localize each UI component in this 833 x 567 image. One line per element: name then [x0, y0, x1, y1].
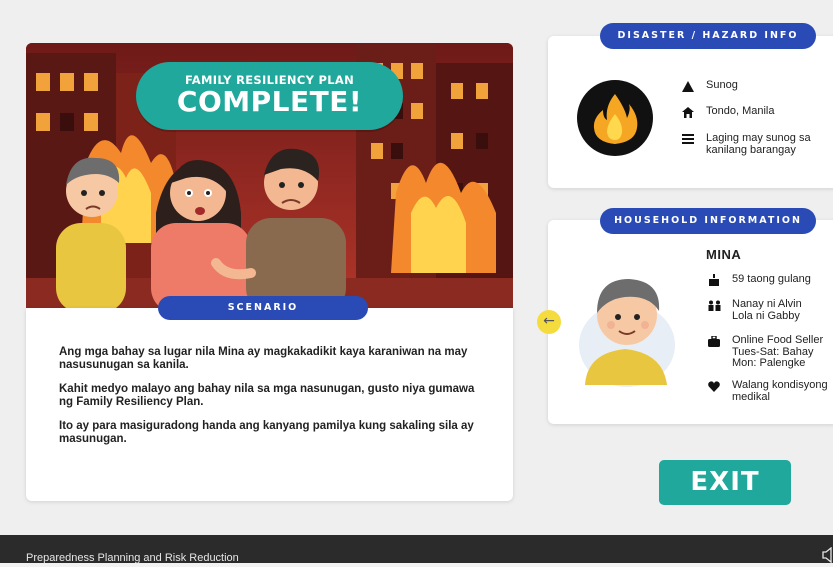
scenario-paragraph: Kahit medyo malayo ang bahay nila sa mga… — [59, 383, 475, 408]
household-relations: Nanay ni Alvin Lola ni Gabby — [732, 298, 802, 322]
hazard-type: Sunog — [706, 79, 738, 91]
hazard-item: Tondo, Manila — [680, 105, 830, 118]
household-age: 59 taong gulang — [732, 273, 811, 285]
speaker-icon[interactable] — [822, 546, 833, 567]
hazard-item: Laging may sunog sa kanilang barangay — [680, 132, 820, 156]
household-item: Online Food Seller Tues-Sat: Bahay Mon: … — [706, 334, 831, 370]
hazard-item: Sunog — [680, 79, 830, 92]
footer-title: Preparedness Planning and Risk Reduction — [26, 552, 239, 564]
household-occupation: Online Food Seller Tues-Sat: Bahay Mon: … — [732, 334, 824, 369]
household-item: Walang kondisyong medikal — [706, 379, 831, 403]
hazard-info-header: DISASTER / HAZARD INFO — [600, 23, 816, 49]
household-item: Nanay ni Alvin Lola ni Gabby — [706, 298, 806, 322]
cake-icon — [706, 274, 722, 286]
household-name: MINA — [706, 247, 742, 262]
back-arrow-button[interactable]: ← — [537, 310, 561, 334]
banner-headline: COMPLETE! — [176, 85, 363, 118]
household-medical: Walang kondisyong medikal — [732, 379, 828, 403]
briefcase-icon — [706, 335, 722, 347]
scenario-text: Ang mga bahay sa lugar nila Mina ay magk… — [59, 346, 491, 457]
avatar — [575, 265, 685, 394]
exit-button[interactable]: EXIT — [659, 460, 791, 505]
scenario-paragraph: Ang mga bahay sa lugar nila Mina ay magk… — [59, 346, 468, 371]
household-info-header: HOUSEHOLD INFORMATION — [600, 208, 816, 234]
scenario-label: SCENARIO — [158, 296, 368, 320]
complete-banner: FAMILY RESILIENCY PLAN COMPLETE! — [136, 62, 403, 130]
heart-icon — [706, 380, 722, 392]
household-item: 59 taong gulang — [706, 273, 831, 286]
fire-icon — [577, 80, 653, 160]
home-icon — [680, 106, 696, 118]
scenario-paragraph: Ito ay para masiguradong handa ang kanya… — [59, 420, 474, 445]
hazard-location: Tondo, Manila — [706, 105, 775, 117]
hazard-note: Laging may sunog sa kanilang barangay — [706, 132, 811, 156]
family-icon — [706, 299, 722, 311]
footer-bar: Preparedness Planning and Risk Reduction — [0, 535, 833, 564]
warning-icon — [680, 80, 696, 92]
list-icon — [680, 133, 696, 145]
